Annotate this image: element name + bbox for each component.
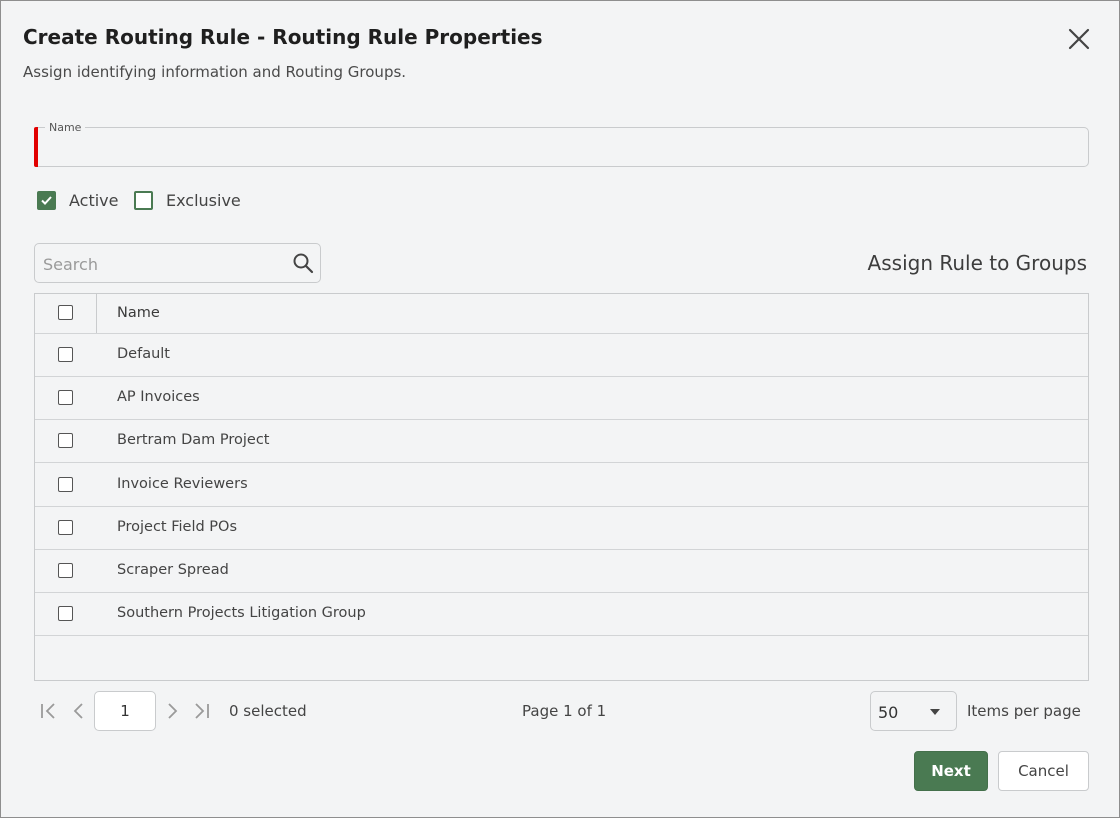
next-button[interactable]: Next	[914, 751, 988, 791]
last-page-icon[interactable]	[191, 701, 211, 721]
search-icon[interactable]	[291, 251, 315, 275]
active-checkbox-row[interactable]: Active	[37, 190, 119, 210]
active-checkbox[interactable]	[37, 190, 56, 210]
name-field-label: Name	[45, 121, 86, 134]
column-header-name[interactable]: Name	[117, 305, 160, 321]
table-row[interactable]: Invoice Reviewers	[35, 464, 1088, 507]
page-number-input[interactable]	[94, 691, 156, 731]
selected-count: 0 selected	[229, 702, 307, 720]
caret-down-icon	[930, 709, 940, 715]
first-page-icon[interactable]	[39, 701, 59, 721]
next-page-icon[interactable]	[162, 701, 182, 721]
search-input[interactable]	[41, 252, 281, 276]
page-indicator: Page 1 of 1	[522, 702, 607, 720]
row-name: Scraper Spread	[117, 562, 229, 578]
row-checkbox[interactable]	[58, 606, 73, 621]
exclusive-checkbox-row[interactable]: Exclusive	[134, 190, 241, 210]
table-row[interactable]: Bertram Dam Project	[35, 420, 1088, 463]
items-per-page-select[interactable]: 50	[870, 691, 957, 731]
close-icon	[1068, 28, 1090, 50]
row-name: Southern Projects Litigation Group	[117, 605, 366, 621]
create-routing-rule-dialog: Create Routing Rule - Routing Rule Prope…	[0, 0, 1120, 818]
name-field: Name	[34, 121, 1089, 167]
items-per-page-value: 50	[878, 703, 899, 722]
table-row[interactable]: Default	[35, 334, 1088, 377]
active-label: Active	[69, 190, 119, 210]
section-title: Assign Rule to Groups	[867, 251, 1087, 275]
dialog-subtitle: Assign identifying information and Routi…	[23, 63, 407, 81]
items-per-page-label: Items per page	[967, 702, 1081, 720]
close-button[interactable]	[1065, 25, 1093, 53]
row-checkbox[interactable]	[58, 347, 73, 362]
row-checkbox[interactable]	[58, 433, 73, 448]
required-indicator	[34, 127, 38, 167]
select-all-checkbox[interactable]	[58, 305, 73, 320]
dialog-title: Create Routing Rule - Routing Rule Prope…	[23, 25, 543, 49]
row-name: Bertram Dam Project	[117, 432, 270, 448]
row-name: Project Field POs	[117, 519, 238, 535]
row-name: AP Invoices	[117, 389, 200, 405]
row-checkbox[interactable]	[58, 563, 73, 578]
exclusive-label: Exclusive	[166, 190, 241, 210]
checkmark-icon	[41, 195, 52, 205]
column-divider	[96, 294, 97, 333]
row-name: Invoice Reviewers	[117, 476, 248, 492]
row-checkbox[interactable]	[58, 520, 73, 535]
table-row[interactable]: AP Invoices	[35, 377, 1088, 420]
previous-page-icon[interactable]	[69, 701, 89, 721]
groups-table: Name Default AP Invoices Bertram Dam Pro…	[34, 293, 1089, 681]
table-row[interactable]: Scraper Spread	[35, 550, 1088, 593]
row-checkbox[interactable]	[58, 477, 73, 492]
name-input[interactable]	[49, 138, 1079, 162]
table-row[interactable]: Southern Projects Litigation Group	[35, 593, 1088, 636]
row-name: Default	[117, 346, 170, 362]
exclusive-checkbox[interactable]	[134, 190, 153, 210]
cancel-button[interactable]: Cancel	[998, 751, 1089, 791]
table-header: Name	[35, 294, 1088, 334]
table-row[interactable]: Project Field POs	[35, 507, 1088, 550]
row-checkbox[interactable]	[58, 390, 73, 405]
search-field	[34, 243, 321, 283]
